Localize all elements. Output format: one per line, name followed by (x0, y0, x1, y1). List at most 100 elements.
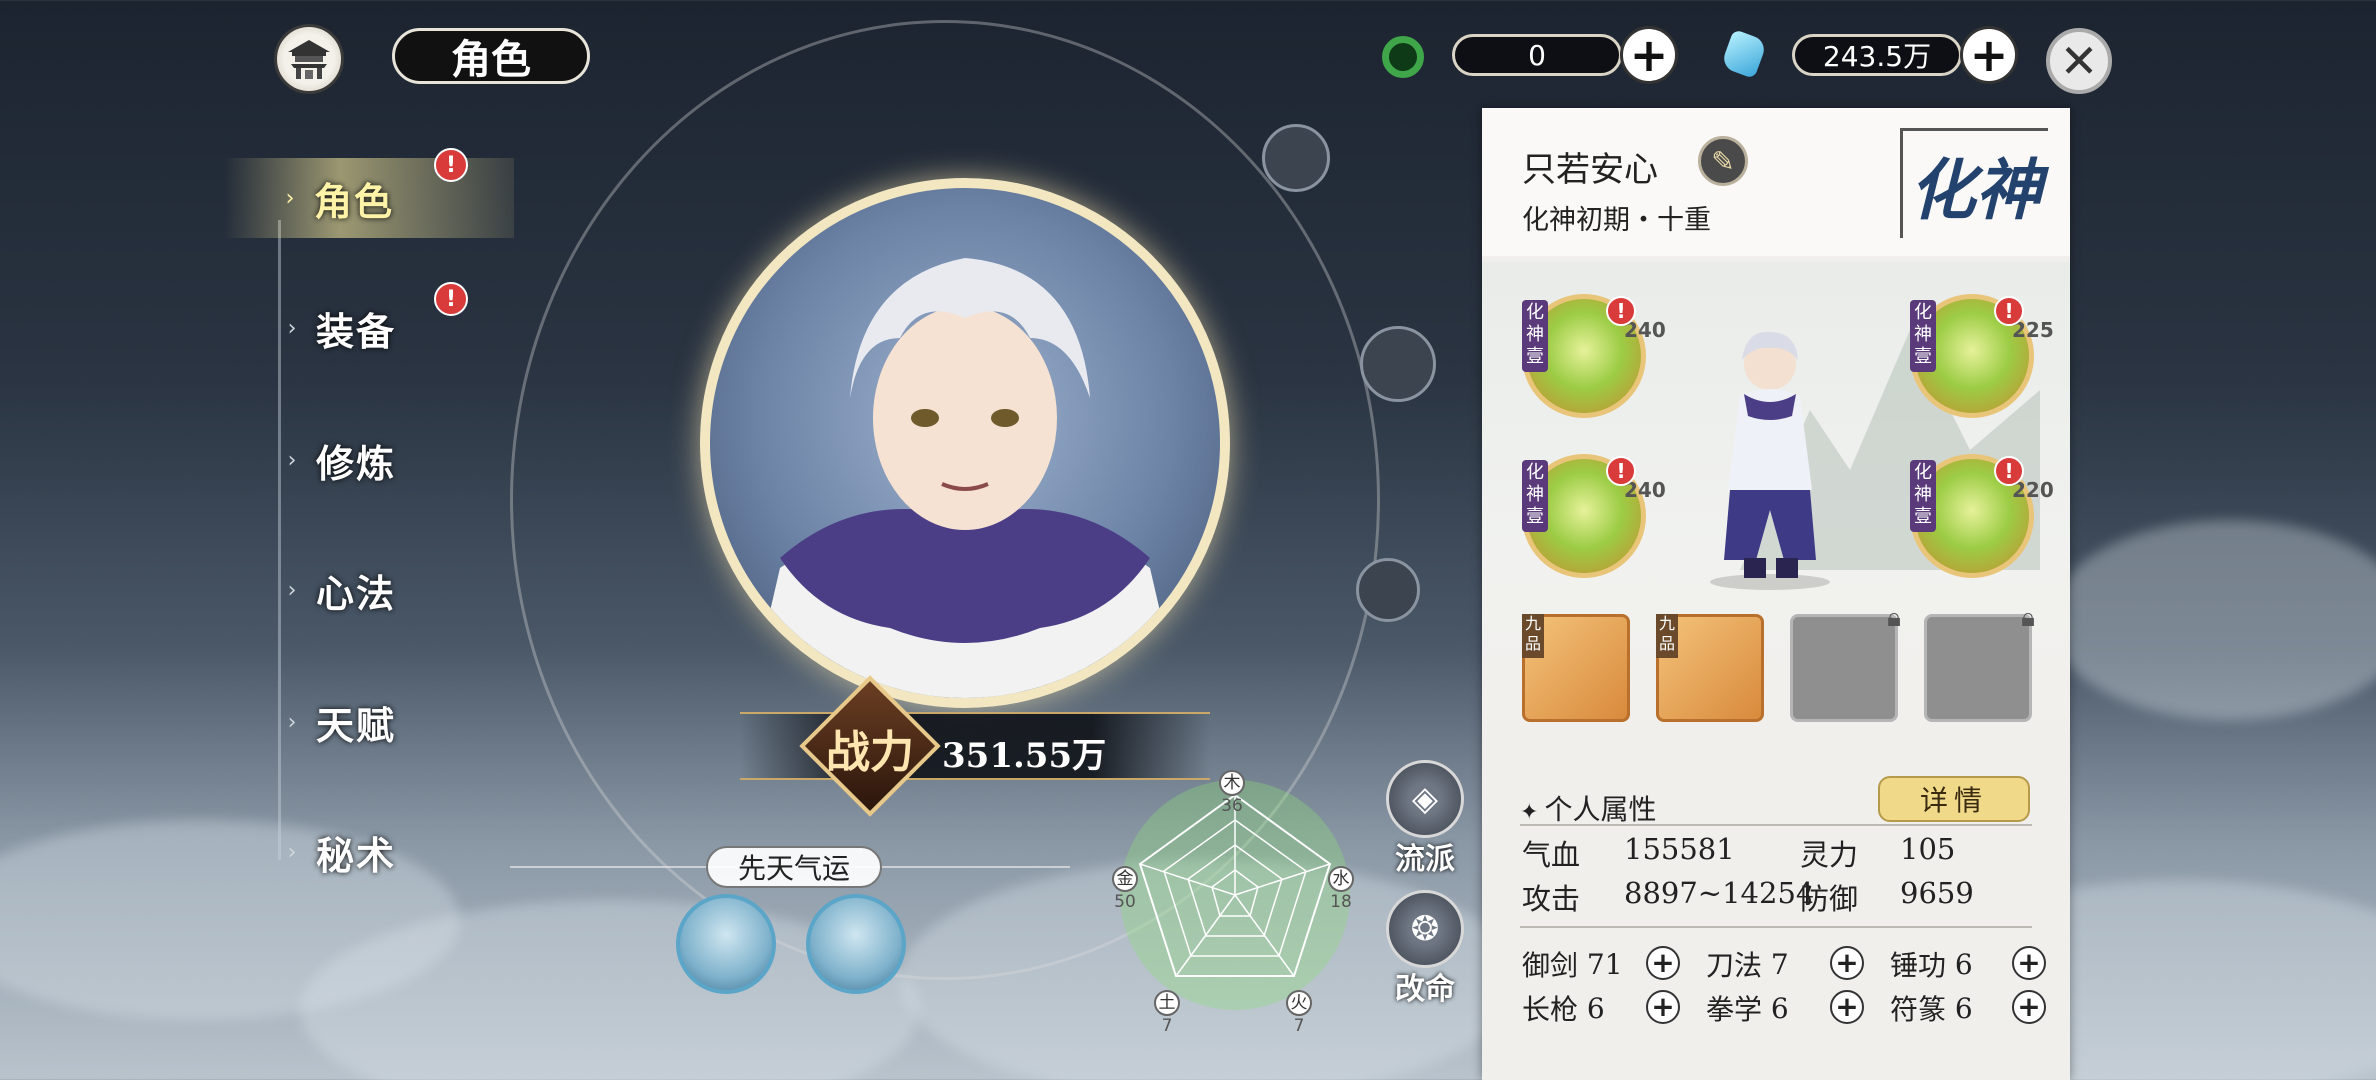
skill-value: 71 (1586, 947, 1623, 981)
rename-brush-button[interactable]: ✎ (1698, 136, 1748, 186)
chevron-right-icon: › (285, 185, 295, 211)
add-skill-talisman-button[interactable]: + (2012, 990, 2046, 1024)
skill-value: 6 (1954, 991, 1973, 1025)
details-button[interactable]: 详情 (1878, 776, 2030, 822)
skill-label: 御剑 (1522, 949, 1579, 982)
add-spirit-stone-button[interactable]: + (1960, 26, 2018, 84)
add-skill-sword-button[interactable]: + (1646, 946, 1680, 980)
school-button[interactable]: ◈ (1386, 760, 1464, 838)
element-wood-value: 36 (1221, 796, 1243, 816)
element-water: 水 18 (1328, 866, 1354, 912)
nav-item-label: 天赋 (316, 703, 397, 748)
skill-label: 拳学 (1706, 993, 1763, 1026)
attributes-divider (1520, 824, 2032, 826)
nav-item-equipment[interactable]: › 装备 ! (268, 282, 508, 368)
skill-blade: 刀法 7 (1706, 944, 1789, 984)
character-bust-icon (750, 258, 1180, 698)
defense-label: 防御 (1800, 882, 1859, 916)
alert-badge: ! (1606, 456, 1636, 486)
school-label: 流派 (1395, 842, 1455, 877)
add-skill-spear-button[interactable]: + (1646, 990, 1680, 1024)
home-button[interactable] (274, 24, 344, 94)
alert-badge: ! (1994, 296, 2024, 326)
nav-item-label: 修炼 (316, 441, 397, 486)
character-name: 只若安心 (1522, 150, 1658, 190)
add-skill-blade-button[interactable]: + (1830, 946, 1864, 980)
nav-item-secret-art[interactable]: › 秘术 (268, 812, 508, 892)
lock-icon: 🔒︎ (2021, 603, 2035, 633)
chevron-right-icon: › (287, 709, 297, 735)
orb-tag: 化神壹 (1522, 460, 1548, 532)
element-wood: 木 36 (1219, 770, 1245, 816)
artifact-slot-4[interactable]: 🔒︎ (1924, 603, 2035, 722)
orb-tag: 化神壹 (1910, 300, 1936, 372)
artifact-slot-3[interactable]: 🔒︎ (1790, 603, 1901, 722)
hp-value: 155581 (1624, 832, 1735, 866)
element-metal-char: 金 (1112, 866, 1138, 892)
moon-icon (1356, 558, 1420, 622)
add-skill-hammer-button[interactable]: + (2012, 946, 2046, 980)
jade-ring-icon (1382, 36, 1424, 78)
swirl-icon: ❂ (1410, 909, 1440, 949)
pavilion-icon (288, 40, 330, 79)
moon-icon (1360, 326, 1436, 402)
nav-item-label: 心法 (316, 571, 397, 616)
nav-item-mind-method[interactable]: › 心法 (268, 550, 508, 630)
element-earth-char: 土 (1154, 990, 1180, 1016)
cultivation-realm: 化神初期・十重 (1522, 205, 1711, 236)
nav-item-cultivation[interactable]: › 修炼 (268, 420, 508, 500)
skill-label: 锤功 (1890, 949, 1947, 982)
innate-luck-label: 先天气运 (706, 846, 882, 888)
skill-label: 符篆 (1890, 993, 1947, 1026)
page-title: 角色 (392, 28, 590, 84)
luck-companion-2[interactable] (806, 894, 906, 994)
defense-value: 9659 (1900, 876, 1974, 910)
attributes-title: ✦ 个人属性 (1520, 788, 1656, 828)
element-water-char: 水 (1328, 866, 1354, 892)
chevron-right-icon: › (287, 315, 297, 341)
fate-button[interactable]: ❂ (1386, 890, 1464, 968)
skill-spear: 长枪 6 (1522, 988, 1605, 1028)
spirit-stone-resource-value: 243.5万 (1792, 34, 1962, 76)
nav-item-role[interactable]: › 角色 ! (224, 148, 514, 238)
skill-hammer: 锤功 6 (1890, 944, 1973, 984)
sect-emblem-icon: ◈ (1411, 779, 1439, 819)
attributes-title-text: 个人属性 (1544, 793, 1657, 826)
chevron-right-icon: › (287, 447, 297, 473)
skill-label: 长枪 (1522, 993, 1579, 1026)
skill-value: 7 (1770, 947, 1789, 981)
skill-fist: 拳学 6 (1706, 988, 1789, 1028)
skill-value: 6 (1586, 991, 1605, 1025)
combat-power-value: 351.55万 (942, 736, 1107, 776)
attack-label: 攻击 (1522, 882, 1581, 916)
skill-sword: 御剑 71 (1522, 944, 1623, 984)
combat-power-label: 战力 (826, 727, 914, 778)
sp-label: 灵力 (1800, 838, 1859, 872)
element-metal-value: 50 (1114, 892, 1136, 912)
lock-icon: 🔒︎ (1887, 603, 1901, 633)
skill-value: 6 (1770, 991, 1789, 1025)
add-jade-button[interactable]: + (1620, 26, 1678, 84)
chevron-right-icon: › (287, 839, 297, 865)
hp-label: 气血 (1522, 838, 1581, 872)
brush-icon: ✎ (1711, 144, 1735, 178)
skill-label: 刀法 (1706, 949, 1763, 982)
character-portrait[interactable] (700, 178, 1230, 708)
skills-divider (1520, 926, 2032, 928)
orb-tag: 化神壹 (1522, 300, 1548, 372)
fate-label: 改命 (1395, 972, 1455, 1007)
skill-talisman: 符篆 6 (1890, 988, 1973, 1028)
element-water-value: 18 (1330, 892, 1352, 912)
spirit-stone-icon (1720, 29, 1768, 79)
realm-emblem: 化神 (1900, 128, 2048, 238)
attack-value: 8897~14254 (1624, 876, 1815, 910)
nav-item-talent[interactable]: › 天赋 (268, 682, 508, 762)
character-figure (1710, 331, 1830, 590)
nav-item-label: 角色 (314, 179, 395, 224)
close-icon: ✕ (2059, 34, 2099, 88)
close-button[interactable]: ✕ (2046, 28, 2112, 94)
add-skill-fist-button[interactable]: + (1830, 990, 1864, 1024)
luck-companion-1[interactable] (676, 894, 776, 994)
nav-item-label: 秘术 (316, 833, 397, 878)
diamond-icon: ✦ (1520, 800, 1539, 825)
